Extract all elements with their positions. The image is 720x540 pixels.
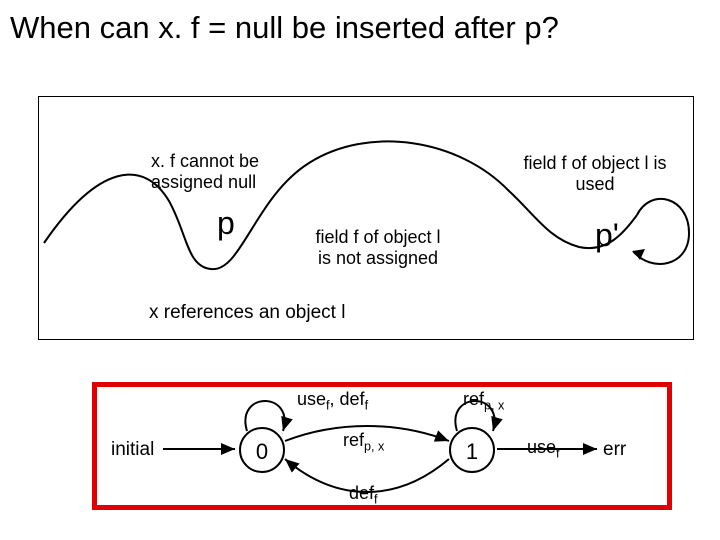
upper-frame: x. f cannot beassigned null p field f of… <box>38 96 694 340</box>
annotation-not-assigned: field f of object lis not assigned <box>283 227 473 268</box>
label-p: p <box>217 205 235 242</box>
edge-1-err-label: usef <box>527 437 560 461</box>
edge-1-0-label: deff <box>349 483 378 507</box>
page-title: When can x. f = null be inserted after p… <box>10 10 559 46</box>
edge-0-1-label: refp, x <box>343 430 384 454</box>
state-1: 1 <box>449 427 495 473</box>
annotation-cannot-assign: x. f cannot beassigned null <box>151 151 291 192</box>
label-p-prime: p' <box>595 217 619 254</box>
edge-1-selflabel: refp, x <box>463 389 504 413</box>
annotation-used: field f of object l isused <box>495 153 695 194</box>
edge-0-selflabel: usef, deff <box>297 389 368 413</box>
lower-frame: initial 0 1 err usef, deff refp, x deff … <box>92 382 672 510</box>
annotation-x-references: x references an object l <box>149 302 345 324</box>
state-err: err <box>603 439 626 461</box>
label-initial: initial <box>111 439 154 461</box>
state-0: 0 <box>239 427 285 473</box>
